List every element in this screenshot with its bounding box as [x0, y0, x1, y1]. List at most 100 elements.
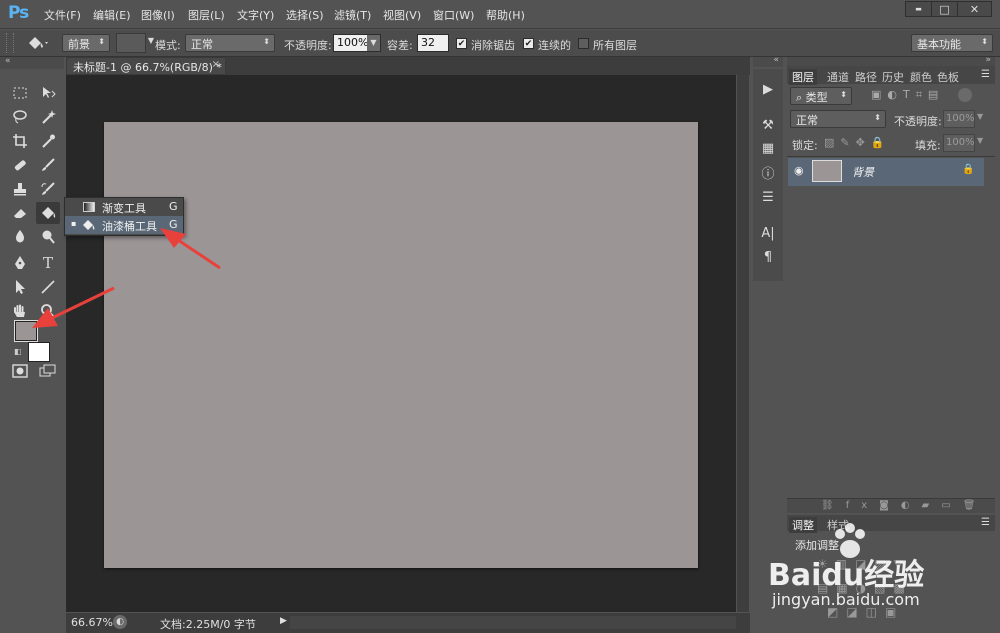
tolerance-input[interactable]: 32 [417, 34, 449, 52]
dodge-tool[interactable] [36, 226, 60, 248]
menu-select[interactable]: 选择(S) [286, 7, 324, 23]
eyedropper-tool[interactable] [36, 130, 60, 152]
mode-select[interactable]: 正常 ⬍ [185, 34, 275, 52]
document-tab[interactable]: 未标题-1 @ 66.7%(RGB/8) * × [66, 57, 226, 75]
pen-tool[interactable] [8, 252, 32, 274]
character-button[interactable]: A| [753, 222, 783, 244]
tool-preset-picker[interactable] [22, 33, 52, 53]
move-tool[interactable] [36, 82, 60, 104]
layer-actions-icons[interactable]: ⛓fx◙◐▰▭🗑 [821, 500, 987, 511]
brush-tool[interactable] [36, 154, 60, 176]
minimize-button[interactable]: ▬ [905, 1, 932, 17]
panel-menu-icon[interactable]: ☰ [981, 69, 990, 80]
baidu-jingyan-watermark: Baidu经验 jingyan.baidu.com [766, 520, 956, 615]
blur-tool[interactable] [8, 226, 32, 248]
expand-icon[interactable]: « [773, 55, 779, 65]
flyout-item-gradient[interactable]: 渐变工具 G [65, 198, 183, 216]
marquee-tool[interactable] [8, 82, 32, 104]
pattern-picker[interactable]: ▼ [116, 33, 154, 53]
tab-channels[interactable]: 通道 [827, 69, 849, 85]
lock-icons[interactable]: ▨✎✥🔒 [824, 136, 891, 149]
flyout-item-paint-bucket[interactable]: ▪ 油漆桶工具 G [65, 216, 183, 234]
tab-paths[interactable]: 路径 [855, 69, 877, 85]
play-action-button[interactable]: ▶ [753, 78, 783, 100]
foreground-color-swatch[interactable] [14, 320, 38, 342]
tab-layers[interactable]: 图层 [789, 69, 817, 85]
menu-file[interactable]: 文件(F) [44, 7, 81, 23]
menu-window[interactable]: 窗口(W) [433, 7, 474, 23]
chevron-down-icon[interactable]: ▼ [977, 112, 983, 121]
strip-header[interactable]: « [753, 55, 783, 67]
status-info-icon[interactable]: ◐ [113, 615, 127, 629]
tab-history[interactable]: 历史 [882, 69, 904, 85]
blend-mode-select[interactable]: 正常 ⬍ [790, 110, 886, 128]
brush-presets-button[interactable]: ▦ [753, 137, 783, 159]
screen-mode-icon [39, 364, 56, 377]
path-selection-tool[interactable] [8, 276, 32, 298]
watermark-url: jingyan.baidu.com [772, 590, 920, 609]
lasso-icon [13, 110, 27, 124]
divider [787, 156, 995, 157]
properties-button[interactable]: ☰ [753, 186, 783, 208]
paragraph-button[interactable]: ¶ [753, 246, 783, 268]
collapse-icon[interactable]: « [5, 56, 11, 66]
filter-type-select[interactable]: ⌕ 类型 ⬍ [790, 87, 852, 105]
paint-bucket-tool[interactable] [36, 202, 60, 224]
filter-toggle[interactable] [958, 88, 972, 102]
clone-stamp-tool[interactable] [8, 178, 32, 200]
screen-mode-button[interactable] [36, 360, 60, 382]
line-tool[interactable] [36, 276, 60, 298]
layer-opacity-input[interactable]: 100% [943, 110, 975, 128]
layer-name[interactable]: 背景 [852, 164, 874, 180]
workspace-value: 基本功能 [917, 38, 961, 51]
close-tab-icon[interactable]: × [212, 59, 220, 70]
background-color-swatch[interactable] [28, 342, 50, 362]
options-bar: 前景 ⬍ ▼ 模式: 正常 ⬍ 不透明度: 100% ▼ 容差: 32 ✔ 消除锯齿 … [0, 30, 1000, 57]
fill-source-select[interactable]: 前景 ⬍ [62, 34, 110, 52]
menu-type[interactable]: 文字(Y) [237, 7, 274, 23]
healing-brush-tool[interactable] [8, 154, 32, 176]
antialias-checkbox[interactable]: ✔ [456, 38, 467, 49]
collapse-icon[interactable]: » [985, 55, 991, 65]
options-grip[interactable] [6, 33, 14, 53]
all-layers-checkbox[interactable] [578, 38, 589, 49]
info-button[interactable]: ⓘ [753, 161, 783, 183]
filter-icons[interactable]: ▣◐T⌗▤ [871, 88, 944, 102]
tab-color[interactable]: 颜色 [910, 69, 932, 85]
zoom-level[interactable]: 66.67% [71, 616, 113, 629]
type-tool[interactable]: T [36, 252, 60, 274]
horizontal-scrollbar[interactable] [290, 616, 736, 629]
close-button[interactable]: ✕ [957, 1, 992, 17]
quick-mask-button[interactable] [8, 360, 32, 382]
toolbar-header[interactable]: « [0, 56, 64, 69]
vertical-scrollbar[interactable] [737, 75, 749, 612]
menu-help[interactable]: 帮助(H) [486, 7, 525, 23]
panel-menu-icon[interactable]: ☰ [981, 517, 990, 528]
chevron-down-icon[interactable]: ▼ [367, 35, 380, 51]
menu-image[interactable]: 图像(I) [141, 7, 175, 23]
chevron-down-icon[interactable]: ▼ [977, 136, 983, 145]
crop-tool[interactable] [8, 130, 32, 152]
document-canvas[interactable] [104, 122, 698, 568]
contiguous-checkbox[interactable]: ✔ [523, 38, 534, 49]
lasso-tool[interactable] [8, 106, 32, 128]
menu-layer[interactable]: 图层(L) [188, 7, 225, 23]
swap-colors-icon[interactable]: ↰ [42, 317, 50, 328]
tool-presets-button[interactable]: ⚒ [753, 114, 783, 136]
history-brush-tool[interactable] [36, 178, 60, 200]
maximize-button[interactable]: □ [931, 1, 958, 17]
opacity-input[interactable]: 100% ▼ [333, 34, 381, 52]
menu-view[interactable]: 视图(V) [383, 7, 421, 23]
magic-wand-tool[interactable] [36, 106, 60, 128]
menu-filter[interactable]: 滤镜(T) [334, 7, 371, 23]
tab-swatches[interactable]: 色板 [937, 69, 959, 85]
hand-tool[interactable] [8, 300, 32, 322]
visibility-eye-icon[interactable]: ◉ [794, 164, 804, 177]
status-menu-arrow-icon[interactable]: ▶ [280, 616, 287, 626]
menu-edit[interactable]: 编辑(E) [93, 7, 131, 23]
default-colors-icon[interactable]: ◧ [14, 347, 22, 356]
fill-input[interactable]: 100% [943, 134, 975, 152]
workspace-select[interactable]: 基本功能 ⬍ [911, 34, 993, 52]
layer-row-background[interactable]: ◉ 背景 🔒 [788, 158, 984, 186]
eraser-tool[interactable] [8, 202, 32, 224]
